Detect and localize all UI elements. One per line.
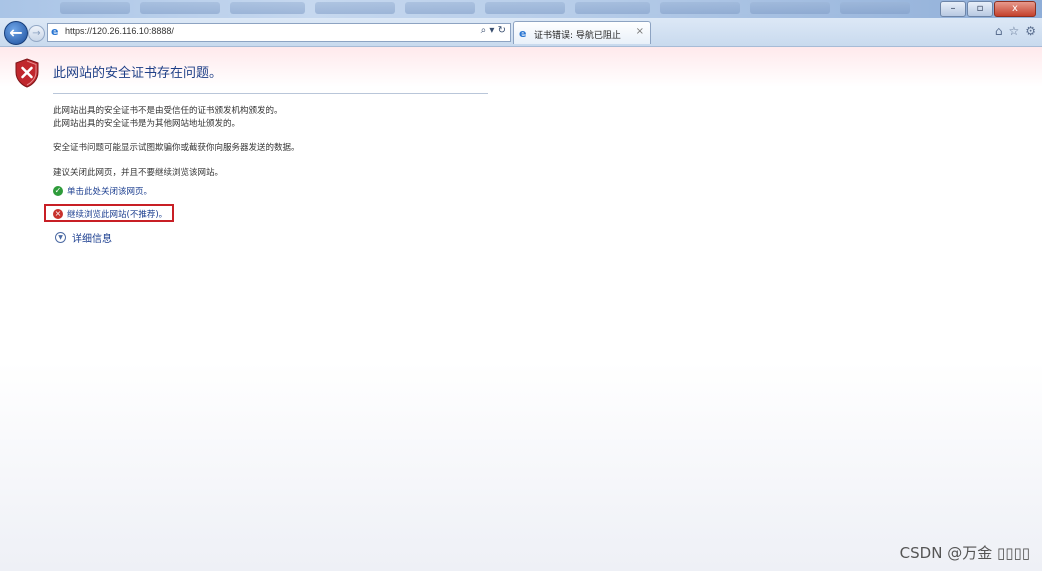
background-tab[interactable] bbox=[575, 2, 650, 14]
details-toggle[interactable]: ▼ 详细信息 bbox=[55, 230, 112, 245]
search-refresh-icon[interactable]: ⌕ ▾ ↻ bbox=[481, 25, 506, 36]
red-shield-x-icon: × bbox=[53, 209, 63, 219]
background-tab[interactable] bbox=[315, 2, 395, 14]
expand-circle-icon[interactable]: ▼ bbox=[55, 232, 66, 243]
background-tab[interactable] bbox=[485, 2, 565, 14]
close-window-button[interactable]: x bbox=[994, 1, 1036, 17]
watermark: CSDN @万金 ▯▯▯▯ bbox=[899, 544, 1030, 562]
background-tab[interactable] bbox=[750, 2, 830, 14]
favorites-star-icon[interactable]: ☆ bbox=[1008, 24, 1019, 38]
gear-icon[interactable]: ⚙ bbox=[1025, 24, 1036, 38]
navigation-bar: ← → e https://120.26.116.10:8888/ ⌕ ▾ ↻ … bbox=[0, 18, 1042, 47]
window-controls: – ▫ x bbox=[939, 1, 1036, 17]
tab-title: 证书错误: 导航已阻止 bbox=[534, 31, 621, 41]
background-tab[interactable] bbox=[405, 2, 475, 14]
close-page-link-row[interactable]: ✓ 单击此处关闭该网页。 bbox=[53, 185, 152, 197]
maximize-button[interactable]: ▫ bbox=[967, 1, 993, 17]
divider bbox=[53, 93, 488, 94]
continue-link-row[interactable]: × 继续浏览此网站(不推荐)。 bbox=[53, 208, 167, 220]
continue-to-site-link[interactable]: 继续浏览此网站(不推荐)。 bbox=[67, 208, 167, 220]
forward-arrow-icon[interactable]: → bbox=[28, 25, 45, 42]
toolbar-icons: ⌂ ☆ ⚙ bbox=[995, 24, 1036, 38]
details-link[interactable]: 详细信息 bbox=[72, 230, 112, 245]
back-arrow-icon[interactable]: ← bbox=[4, 21, 28, 45]
address-url[interactable]: https://120.26.116.10:8888/ bbox=[65, 26, 174, 36]
recommendation-text: 建议关闭此网页，并且不要继续浏览该网站。 bbox=[53, 168, 224, 178]
home-icon[interactable]: ⌂ bbox=[995, 24, 1003, 38]
background-tab[interactable] bbox=[660, 2, 740, 14]
background-tab[interactable] bbox=[840, 2, 910, 14]
ie-page-icon: e bbox=[51, 25, 59, 38]
error-description: 此网站出具的安全证书不是由受信任的证书颁发机构颁发的。 bbox=[53, 106, 283, 116]
address-bar[interactable]: e https://120.26.116.10:8888/ ⌕ ▾ ↻ bbox=[47, 23, 511, 42]
error-warning: 安全证书问题可能显示试图欺骗你或截获你向服务器发送的数据。 bbox=[53, 143, 300, 153]
tab-certificate-error[interactable]: e 证书错误: 导航已阻止 × bbox=[513, 21, 651, 44]
background-tab[interactable] bbox=[230, 2, 305, 14]
close-page-link[interactable]: 单击此处关闭该网页。 bbox=[67, 185, 152, 197]
certificate-error-page: 此网站的安全证书存在问题。 此网站出具的安全证书不是由受信任的证书颁发机构颁发的… bbox=[0, 47, 1042, 571]
green-shield-check-icon: ✓ bbox=[53, 186, 63, 196]
error-description: 此网站出具的安全证书是为其他网站地址颁发的。 bbox=[53, 119, 241, 129]
minimize-button[interactable]: – bbox=[940, 1, 966, 17]
shield-x-icon bbox=[15, 58, 39, 88]
ie-tab-icon: e bbox=[519, 27, 527, 40]
page-title: 此网站的安全证书存在问题。 bbox=[53, 66, 223, 81]
window-titlebar: – ▫ x bbox=[0, 0, 1042, 18]
background-tab[interactable] bbox=[140, 2, 220, 14]
background-tab[interactable] bbox=[60, 2, 130, 14]
tab-close-icon[interactable]: × bbox=[636, 26, 644, 37]
